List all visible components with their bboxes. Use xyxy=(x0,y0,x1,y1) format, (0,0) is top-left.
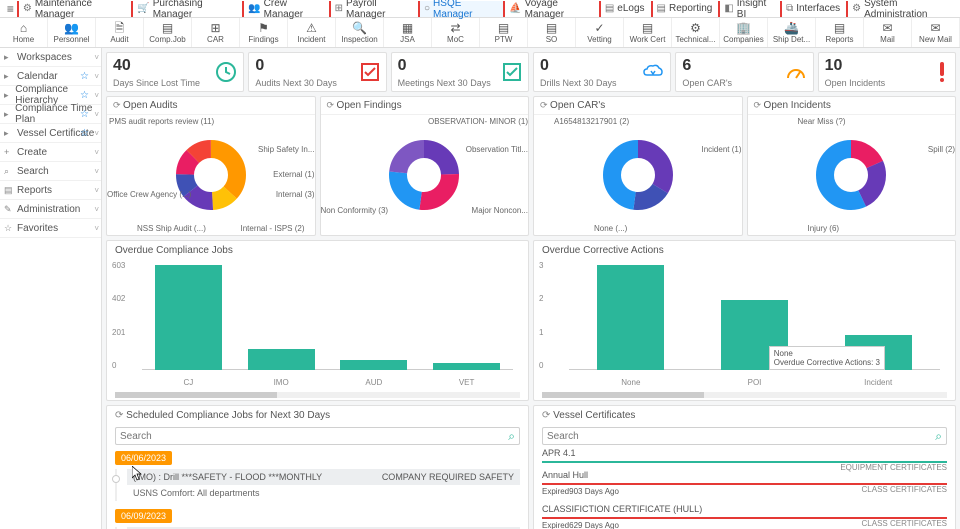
toolbar-incident[interactable]: ⚠Incident xyxy=(288,18,336,47)
search-icon[interactable]: ⌕ xyxy=(508,429,515,444)
sidebar-reports[interactable]: ▤Reports˅ xyxy=(0,181,101,200)
tab-reporting[interactable]: ▤Reporting xyxy=(653,1,719,17)
tab-maintenance[interactable]: ⚙Maintenance Manager xyxy=(19,1,131,17)
chart-tooltip: NoneOverdue Corrective Actions: 3 xyxy=(769,346,885,370)
overdue-compliance-card: Overdue Compliance Jobs 0201402603CJIMOA… xyxy=(106,240,529,401)
open-findings-chart xyxy=(384,135,464,215)
sidebar-administration[interactable]: ✎Administration˅ xyxy=(0,200,101,219)
sidebar-search[interactable]: ⌕Search˅ xyxy=(0,162,101,181)
open-findings-title: Open Findings xyxy=(321,97,529,115)
toolbar-technical[interactable]: ⚙Technical... xyxy=(672,18,720,47)
kpi-dayssincelosttime[interactable]: 40Days Since Lost Time xyxy=(106,52,244,92)
open-audits-title: Open Audits xyxy=(107,97,315,115)
open-audits-chart xyxy=(171,135,251,215)
toolbar-audit[interactable]: 🗎Audit xyxy=(96,18,144,47)
tab-purchasing[interactable]: 🛒Purchasing Manager xyxy=(133,1,242,17)
scheduled-jobs-card: ⟳ Scheduled Compliance Jobs for Next 30 … xyxy=(106,405,529,529)
mouse-cursor-icon xyxy=(132,466,144,482)
cert-row[interactable]: APR 4.1EQUIPMENT CERTIFICATES xyxy=(542,447,947,467)
open-cars-chart xyxy=(598,135,678,215)
kpi-opencars[interactable]: 6Open CAR's xyxy=(675,52,813,92)
date-tag: 06/06/2023 xyxy=(115,451,172,465)
kpi-drillsnextdays[interactable]: 0Drills Next 30 Days xyxy=(533,52,671,92)
date-tag: 06/09/2023 xyxy=(115,509,172,523)
scroll-x[interactable] xyxy=(115,392,520,398)
toolbar-findings[interactable]: ⚑Findings xyxy=(240,18,288,47)
toolbar-moc[interactable]: ⇄MoC xyxy=(432,18,480,47)
scroll-x[interactable] xyxy=(542,392,947,398)
toolbar-so[interactable]: ▤SO xyxy=(528,18,576,47)
toolbar-compjob[interactable]: ▤Comp.Job xyxy=(144,18,192,47)
toolbar-companies[interactable]: 🏢Companies xyxy=(720,18,768,47)
scheduled-title: ⟳ Scheduled Compliance Jobs for Next 30 … xyxy=(107,406,528,425)
kpi-row: 40Days Since Lost Time0Audits Next 30 Da… xyxy=(102,48,960,96)
tab-elogs[interactable]: ▤eLogs xyxy=(601,1,651,17)
toolbar-workcert[interactable]: ▤Work Cert xyxy=(624,18,672,47)
cert-search[interactable]: ⌕ xyxy=(542,427,947,445)
toolbar-jsa[interactable]: ▦JSA xyxy=(384,18,432,47)
tab-sysadmin[interactable]: ⚙System Administration xyxy=(848,1,960,17)
vessel-certificates-card: ⟳ Vessel Certificates ⌕ APR 4.1EQUIPMENT… xyxy=(533,405,956,529)
toolbar: ⌂Home👥Personnel🗎Audit▤Comp.Job⊞CAR⚑Findi… xyxy=(0,18,960,47)
kpi-meetingsnextdays[interactable]: 0Meetings Next 30 Days xyxy=(391,52,529,92)
kpi-openincidents[interactable]: 10Open Incidents xyxy=(818,52,956,92)
cert-title: ⟳ Vessel Certificates xyxy=(534,406,955,425)
sidebar-vesselcertificate[interactable]: ▸Vessel Certificate☆˅ xyxy=(0,124,101,143)
toolbar-reports[interactable]: ▤Reports xyxy=(816,18,864,47)
open-incidents-title: Open Incidents xyxy=(748,97,956,115)
scheduled-search[interactable]: ⌕ xyxy=(115,427,520,445)
sidebar-workspaces[interactable]: ▸Workspaces˅ xyxy=(0,48,101,67)
search-icon[interactable]: ⌕ xyxy=(935,429,942,444)
sidebar: ▸Workspaces˅▸Calendar☆˅▸Compliance Hiera… xyxy=(0,48,102,529)
tab-payroll[interactable]: ⊞Payroll Manager xyxy=(331,1,418,17)
tab-crew[interactable]: 👥Crew Manager xyxy=(244,1,328,17)
toolbar-home[interactable]: ⌂Home xyxy=(0,18,48,47)
sidebar-create[interactable]: +Create˅ xyxy=(0,143,101,162)
cert-row[interactable]: Annual Hull Expired903 Days AgoCLASS CER… xyxy=(542,469,947,501)
toolbar-vetting[interactable]: ✓Vetting xyxy=(576,18,624,47)
kpi-auditsnextdays[interactable]: 0Audits Next 30 Days xyxy=(248,52,386,92)
tab-voyage[interactable]: ⛵Voyage Manager xyxy=(505,1,599,17)
toolbar-inspection[interactable]: 🔍Inspection xyxy=(336,18,384,47)
toolbar-personnel[interactable]: 👥Personnel xyxy=(48,18,96,47)
overdue-corrective-card: Overdue Corrective Actions 0123NonePOIIn… xyxy=(533,240,956,401)
cert-row[interactable]: CLASSIFICTION CERTIFICATE (HULL) Expired… xyxy=(542,503,947,529)
job-row[interactable]: (IMO) : Drill ***SAFETY - FLOOD ***MONTH… xyxy=(127,469,520,485)
tab-interfaces[interactable]: ⧉Interfaces xyxy=(782,1,846,17)
toolbar-newmail[interactable]: ✉New Mail xyxy=(912,18,960,47)
sidebar-favorites[interactable]: ☆Favorites˅ xyxy=(0,219,101,238)
tab-insight[interactable]: ◧Insight BI xyxy=(720,1,780,17)
toolbar-ptw[interactable]: ▤PTW xyxy=(480,18,528,47)
toolbar-mail[interactable]: ✉Mail xyxy=(864,18,912,47)
toolbar-car[interactable]: ⊞CAR xyxy=(192,18,240,47)
tab-hsqe[interactable]: ○HSQE Manager xyxy=(420,1,503,17)
toolbar-shipdet[interactable]: 🚢Ship Det... xyxy=(768,18,816,47)
open-cars-title: Open CAR's xyxy=(534,97,742,115)
menu-icon[interactable]: ≡ xyxy=(4,2,17,16)
sidebar-compliancetimeplan[interactable]: ▸Compliance Time Plan☆˅ xyxy=(0,105,101,124)
open-incidents-chart xyxy=(811,135,891,215)
